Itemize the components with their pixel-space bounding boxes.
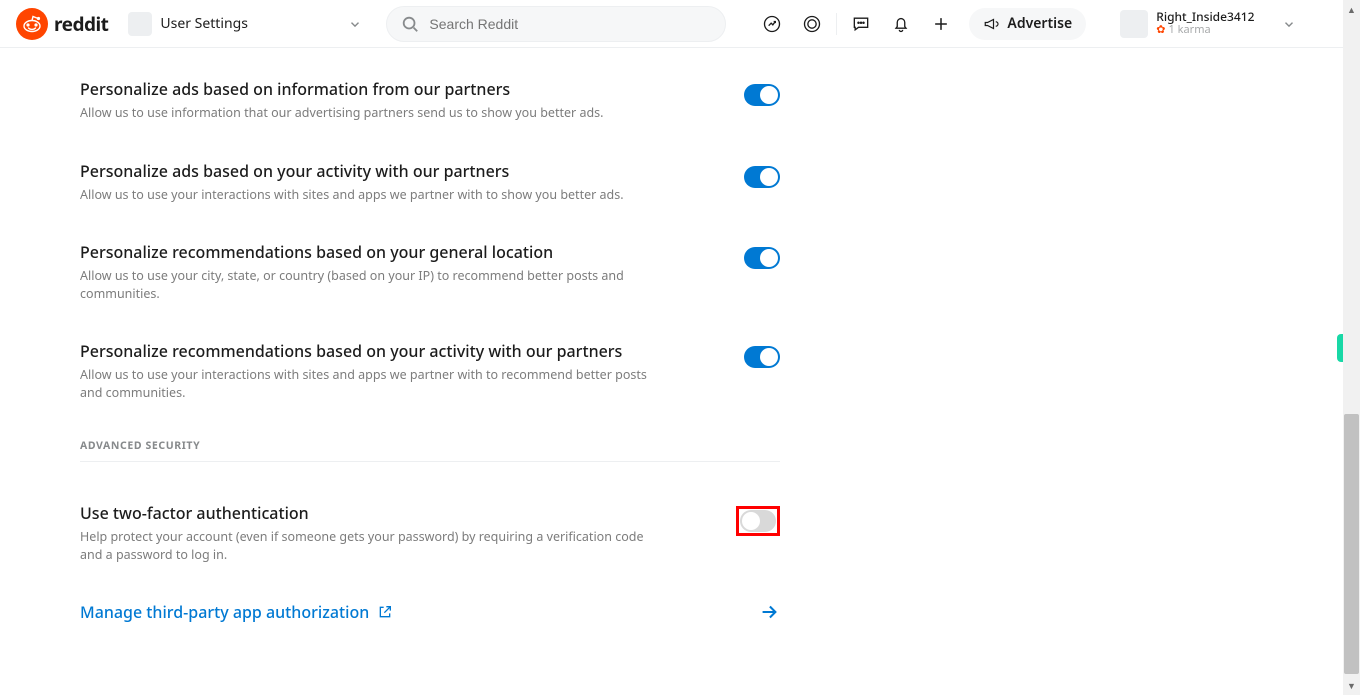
- toggle-personalize-recs-activity[interactable]: [744, 346, 780, 368]
- chevron-down-icon: [348, 17, 362, 31]
- settings-content: Personalize ads based on information fro…: [0, 48, 780, 623]
- scroll-up-icon[interactable]: ▲: [1347, 0, 1356, 19]
- search-icon: [401, 15, 419, 33]
- setting-desc: Help protect your account (even if someo…: [80, 528, 660, 563]
- setting-personalize-recs-location: Personalize recommendations based on you…: [80, 241, 780, 302]
- coin-icon[interactable]: [794, 6, 830, 42]
- header-actions: Advertise: [754, 6, 1086, 42]
- setting-title: Personalize ads based on information fro…: [80, 78, 660, 100]
- scroll-track[interactable]: [1343, 19, 1360, 676]
- notifications-icon[interactable]: [883, 6, 919, 42]
- os-scrollbar[interactable]: ▲ ▼: [1343, 0, 1360, 695]
- scroll-down-icon[interactable]: ▼: [1347, 676, 1356, 695]
- avatar-placeholder-icon: [128, 12, 152, 36]
- highlight-two-factor-toggle: [736, 506, 780, 536]
- setting-desc: Allow us to use your interactions with s…: [80, 366, 660, 401]
- toggle-two-factor-auth[interactable]: [740, 510, 776, 532]
- link-manage-third-party-apps[interactable]: Manage third-party app authorization: [80, 601, 780, 623]
- user-karma: ✿ 1 karma: [1156, 24, 1254, 37]
- create-post-icon[interactable]: [923, 6, 959, 42]
- divider: [80, 461, 780, 462]
- site-header: reddit User Settings: [0, 0, 1360, 48]
- setting-title: Personalize ads based on your activity w…: [80, 160, 660, 182]
- setting-desc: Allow us to use your city, state, or cou…: [80, 267, 660, 302]
- arrow-right-icon: [758, 601, 780, 623]
- chevron-down-icon: [1282, 17, 1296, 31]
- karma-icon: ✿: [1156, 24, 1165, 37]
- megaphone-icon: [983, 15, 1001, 33]
- advertise-button[interactable]: Advertise: [969, 8, 1086, 40]
- toggle-personalize-recs-location[interactable]: [744, 247, 780, 269]
- external-link-icon: [377, 604, 393, 620]
- setting-title: Personalize recommendations based on you…: [80, 241, 660, 263]
- setting-title: Use two-factor authentication: [80, 502, 660, 524]
- reddit-wordmark: reddit: [54, 11, 108, 37]
- community-label: User Settings: [160, 14, 340, 33]
- scroll-thumb[interactable]: [1344, 414, 1359, 674]
- popular-icon[interactable]: [754, 6, 790, 42]
- avatar-icon: [1120, 10, 1148, 38]
- advertise-label: Advertise: [1007, 14, 1072, 33]
- section-label-advanced-security: ADVANCED SECURITY: [80, 439, 780, 453]
- setting-title: Personalize recommendations based on you…: [80, 340, 660, 362]
- search-input[interactable]: [429, 16, 711, 32]
- setting-personalize-ads-activity: Personalize ads based on your activity w…: [80, 160, 780, 204]
- user-menu[interactable]: Right_Inside3412 ✿ 1 karma: [1114, 8, 1302, 40]
- reddit-logo[interactable]: reddit: [16, 8, 108, 40]
- divider: [836, 13, 837, 35]
- toggle-personalize-ads-activity[interactable]: [744, 166, 780, 188]
- chat-icon[interactable]: [843, 6, 879, 42]
- link-label: Manage third-party app authorization: [80, 601, 369, 623]
- setting-desc: Allow us to use your interactions with s…: [80, 186, 660, 204]
- search-bar[interactable]: [386, 6, 726, 42]
- setting-two-factor-auth: Use two-factor authentication Help prote…: [80, 502, 780, 563]
- setting-personalize-recs-activity: Personalize recommendations based on you…: [80, 340, 780, 401]
- community-dropdown[interactable]: User Settings: [120, 6, 370, 42]
- setting-desc: Allow us to use information that our adv…: [80, 104, 660, 122]
- setting-personalize-ads-partner-info: Personalize ads based on information fro…: [80, 78, 780, 122]
- karma-value: 1 karma: [1168, 24, 1210, 37]
- reddit-logo-icon: [16, 8, 48, 40]
- toggle-personalize-ads-partner-info[interactable]: [744, 84, 780, 106]
